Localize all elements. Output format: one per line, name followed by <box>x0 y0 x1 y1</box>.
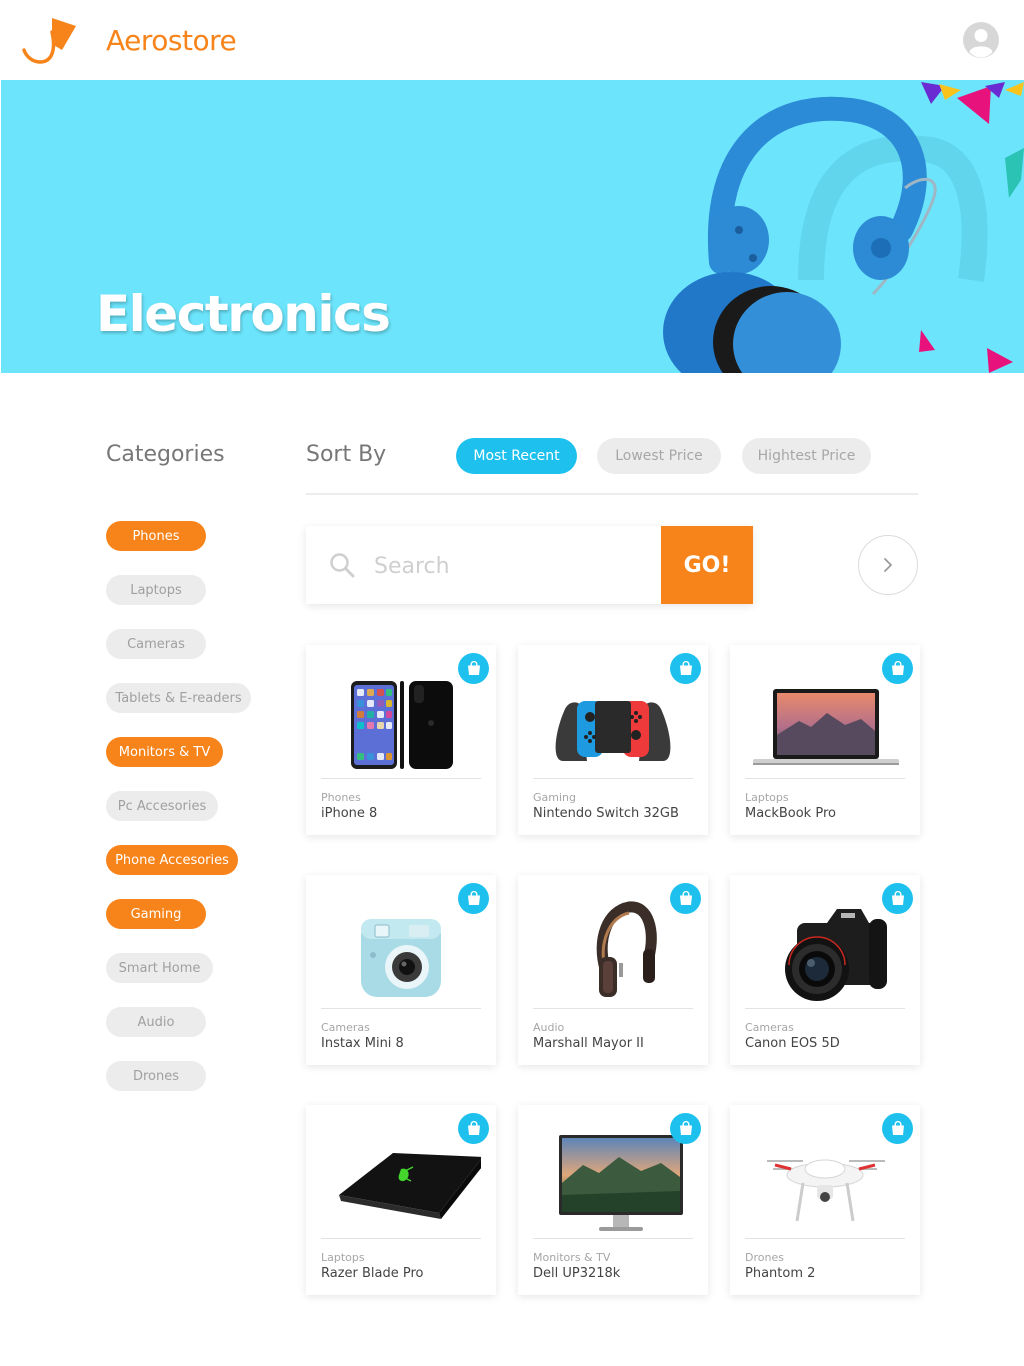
card-separator <box>745 1238 905 1239</box>
brand-name[interactable]: Aerostore <box>106 24 237 57</box>
category-pill-monitors-tv[interactable]: Monitors & TV <box>106 737 223 767</box>
add-to-cart-button[interactable] <box>882 1113 913 1144</box>
add-to-cart-button[interactable] <box>670 1113 701 1144</box>
search-icon <box>330 553 355 578</box>
product-card-mackbook-pro[interactable]: Laptops MackBook Pro <box>730 645 920 835</box>
product-category: Drones <box>745 1251 784 1264</box>
category-pill-cameras[interactable]: Cameras <box>106 629 206 659</box>
user-avatar-icon[interactable] <box>962 21 1000 59</box>
product-card-razer-blade-pro[interactable]: Laptops Razer Blade Pro <box>306 1105 496 1295</box>
sort-by-heading: Sort By <box>306 442 387 467</box>
card-separator <box>533 778 693 779</box>
go-button[interactable]: GO! <box>661 526 753 604</box>
product-name: Instax Mini 8 <box>321 1036 404 1051</box>
category-pill-tablets-e-readers[interactable]: Tablets & E-readers <box>106 683 251 713</box>
shopping-bag-icon <box>467 891 480 905</box>
nintendo-switch-image <box>555 701 671 761</box>
product-category: Phones <box>321 791 361 804</box>
product-category: Audio <box>533 1021 565 1034</box>
iphone-image <box>351 681 453 769</box>
hero-banner: Electronics <box>1 80 1024 373</box>
category-pill-drones[interactable]: Drones <box>106 1061 206 1091</box>
category-pill-audio[interactable]: Audio <box>106 1007 206 1037</box>
product-name: Razer Blade Pro <box>321 1266 424 1281</box>
product-card-phantom-2[interactable]: Drones Phantom 2 <box>730 1105 920 1295</box>
aerostore-logo-icon[interactable] <box>22 14 78 66</box>
instax-camera-image <box>361 919 441 997</box>
add-to-cart-button[interactable] <box>670 883 701 914</box>
product-card-marshall-mayor-ii[interactable]: Audio Marshall Mayor II <box>518 875 708 1065</box>
card-separator <box>533 1008 693 1009</box>
product-name: Marshall Mayor II <box>533 1036 644 1051</box>
shopping-bag-icon <box>467 1121 480 1135</box>
card-separator <box>321 1238 481 1239</box>
product-name: MackBook Pro <box>745 806 836 821</box>
card-separator <box>321 778 481 779</box>
product-name: Phantom 2 <box>745 1266 816 1281</box>
card-separator <box>321 1008 481 1009</box>
marshall-headphones-image <box>596 901 657 997</box>
add-to-cart-button[interactable] <box>670 653 701 684</box>
product-category: Laptops <box>745 791 789 804</box>
categories-heading: Categories <box>106 442 225 467</box>
add-to-cart-button[interactable] <box>458 653 489 684</box>
product-card-instax-mini-8[interactable]: Cameras Instax Mini 8 <box>306 875 496 1065</box>
category-pill-pc-accesories[interactable]: Pc Accesories <box>106 791 218 821</box>
card-separator <box>745 1008 905 1009</box>
top-header: Aerostore <box>0 0 1024 80</box>
card-separator <box>533 1238 693 1239</box>
add-to-cart-button[interactable] <box>458 1113 489 1144</box>
sort-highest-price-button[interactable]: Hightest Price <box>742 438 871 474</box>
sort-most-recent-button[interactable]: Most Recent <box>456 438 577 474</box>
next-button[interactable] <box>858 535 918 595</box>
product-card-nintendo-switch[interactable]: Gaming Nintendo Switch 32GB <box>518 645 708 835</box>
product-card-canon-eos-5d[interactable]: Cameras Canon EOS 5D <box>730 875 920 1065</box>
product-category: Monitors & TV <box>533 1251 611 1264</box>
card-separator <box>745 778 905 779</box>
product-category: Laptops <box>321 1251 365 1264</box>
product-name: Nintendo Switch 32GB <box>533 806 679 821</box>
chevron-right-icon <box>884 558 892 572</box>
shopping-bag-icon <box>679 661 692 675</box>
shopping-bag-icon <box>679 1121 692 1135</box>
shopping-bag-icon <box>891 1121 904 1135</box>
product-name: Canon EOS 5D <box>745 1036 840 1051</box>
shopping-bag-icon <box>467 661 480 675</box>
category-pill-laptops[interactable]: Laptops <box>106 575 206 605</box>
razer-laptop-image <box>339 1153 481 1219</box>
shopping-bag-icon <box>891 661 904 675</box>
product-category: Cameras <box>745 1021 794 1034</box>
product-category: Cameras <box>321 1021 370 1034</box>
product-name: Dell UP3218k <box>533 1266 621 1281</box>
product-card-dell-up3218k[interactable]: Monitors & TV Dell UP3218k <box>518 1105 708 1295</box>
add-to-cart-button[interactable] <box>882 883 913 914</box>
page-title: Electronics <box>96 285 391 343</box>
add-to-cart-button[interactable] <box>458 883 489 914</box>
product-name: iPhone 8 <box>321 806 378 821</box>
shopping-bag-icon <box>679 891 692 905</box>
dslr-camera-image <box>785 909 887 1001</box>
sort-lowest-price-button[interactable]: Lowest Price <box>597 438 721 474</box>
headphones-hero-image <box>663 82 1024 373</box>
search-input[interactable] <box>374 549 644 583</box>
shopping-bag-icon <box>891 891 904 905</box>
drone-image <box>767 1159 885 1222</box>
product-category: Gaming <box>533 791 576 804</box>
category-pill-gaming[interactable]: Gaming <box>106 899 206 929</box>
dell-monitor-image <box>559 1135 683 1231</box>
category-pill-phones[interactable]: Phones <box>106 521 206 551</box>
macbook-image <box>753 689 899 765</box>
product-card-iphone-8[interactable]: Phones iPhone 8 <box>306 645 496 835</box>
category-pill-smart-home[interactable]: Smart Home <box>106 953 213 983</box>
add-to-cart-button[interactable] <box>882 653 913 684</box>
category-pill-phone-accesories[interactable]: Phone Accesories <box>106 845 238 875</box>
divider <box>306 493 918 495</box>
